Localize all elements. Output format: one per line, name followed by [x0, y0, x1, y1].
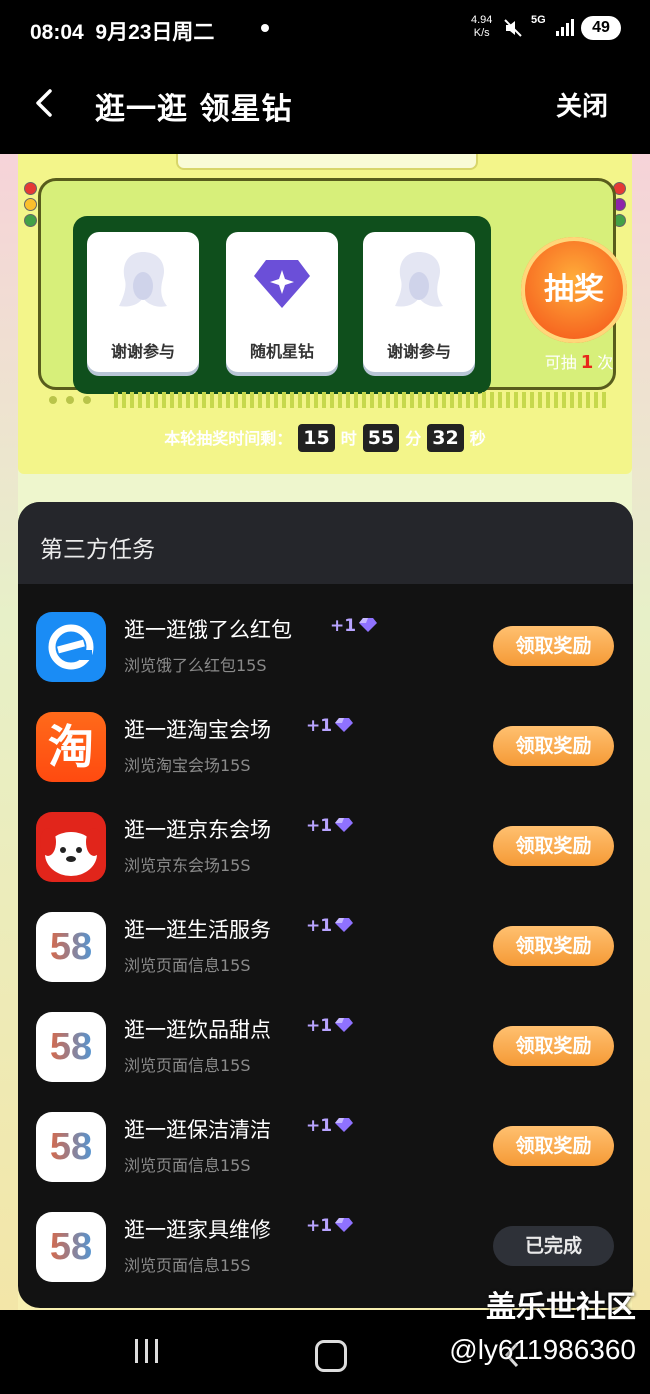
taobao-app-icon: 淘 [36, 712, 106, 782]
claim-reward-button[interactable]: 领取奖励 [493, 1126, 614, 1166]
diamond-icon [359, 618, 378, 632]
task-name: 逛一逛京东会场 [124, 818, 271, 842]
claim-reward-button[interactable]: 领取奖励 [493, 1026, 614, 1066]
tasks-header: 第三方任务 [18, 502, 633, 584]
close-button[interactable]: 关闭 [556, 86, 608, 123]
machine-grill [114, 392, 606, 408]
prize-label: 谢谢参与 [110, 342, 175, 361]
side-decoration [632, 154, 650, 1310]
network-type: 5G [531, 14, 546, 26]
prize-label: 谢谢参与 [386, 342, 451, 361]
home-icon[interactable] [315, 1340, 347, 1372]
task-row: 58 逛一逛生活服务 +1 浏览页面信息15S 领取奖励 [18, 902, 633, 1002]
task-name: 逛一逛淘宝会场 [124, 718, 271, 742]
thanks-icon [395, 252, 443, 307]
task-name: 逛一逛保洁清洁 [124, 1118, 271, 1142]
diamond-icon [335, 718, 354, 732]
jd-app-icon [36, 812, 106, 882]
prize-label: 随机星钻 [249, 342, 314, 361]
task-description: 浏览京东会场15S [124, 856, 251, 875]
claim-reward-button[interactable]: 领取奖励 [493, 826, 614, 866]
task-reward: +1 [306, 916, 354, 936]
task-reward: +1 [306, 1016, 354, 1036]
countdown-timer: 本轮抽奖时间剩： 15 时 55 分 32 秒 [18, 424, 632, 452]
diamond-icon [335, 1018, 354, 1032]
claim-reward-button[interactable]: 领取奖励 [493, 626, 614, 666]
task-reward: +1 [306, 1216, 354, 1236]
side-decoration [0, 154, 18, 1310]
star-diamond-icon [254, 260, 310, 308]
task-description: 浏览页面信息15S [124, 1256, 251, 1275]
watermark-user: @ly611986360 [449, 1334, 636, 1365]
eleme-app-icon [36, 612, 106, 682]
task-name: 逛一逛生活服务 [124, 918, 271, 942]
task-description: 浏览页面信息15S [124, 1156, 251, 1175]
task-row: 逛一逛饿了么红包 +1 浏览饿了么红包15S 领取奖励 [18, 602, 633, 702]
58-app-icon: 58 [36, 1112, 106, 1182]
prize-card: 随机星钻 [226, 232, 338, 372]
status-time: 08:04 9月23日周二 [30, 21, 215, 44]
task-row: 逛一逛京东会场 +1 浏览京东会场15S 领取奖励 [18, 802, 633, 902]
prize-card: 谢谢参与 [363, 232, 475, 372]
prize-card: 谢谢参与 [87, 232, 199, 372]
machine-top [176, 154, 478, 170]
app-header: 逛一逛 领星钻 关闭 [0, 60, 650, 154]
diamond-icon [335, 918, 354, 932]
recent-apps-icon[interactable] [133, 1336, 161, 1366]
task-name: 逛一逛家具维修 [124, 1218, 271, 1242]
task-row: 淘 逛一逛淘宝会场 +1 浏览淘宝会场15S 领取奖励 [18, 702, 633, 802]
timer-minutes: 55 [362, 424, 400, 452]
third-party-tasks-panel: 第三方任务 逛一逛饿了么红包 +1 浏览饿了么红包15S 领取奖励 淘 逛一逛淘… [18, 502, 633, 1308]
diamond-icon [335, 1118, 354, 1132]
task-name: 逛一逛饮品甜点 [124, 1018, 271, 1042]
task-description: 浏览页面信息15S [124, 1056, 251, 1075]
tasks-title: 第三方任务 [40, 537, 155, 563]
system-nav-bar: 盖乐世社区 @ly611986360 [0, 1290, 650, 1394]
task-row: 58 逛一逛保洁清洁 +1 浏览页面信息15S 领取奖励 [18, 1102, 633, 1202]
claim-reward-button[interactable]: 领取奖励 [493, 926, 614, 966]
mute-icon [504, 19, 522, 37]
completed-button: 已完成 [493, 1226, 614, 1266]
diamond-icon [335, 1218, 354, 1232]
lottery-machine: 谢谢参与 随机星钻 谢谢参与 抽奖 可抽 1 次 本轮抽奖时间剩： 15 时 55 分 32 秒 [18, 154, 632, 474]
task-reward: +1 [306, 716, 354, 736]
battery-indicator: 49 [581, 16, 621, 40]
58-app-icon: 58 [36, 1212, 106, 1282]
task-description: 浏览淘宝会场15S [124, 756, 251, 775]
draw-button[interactable]: 抽奖 [521, 237, 627, 343]
draw-count: 可抽 1 次 [544, 352, 614, 373]
network-speed: 4.94 K/s [471, 14, 493, 39]
indicator-lights [24, 182, 37, 230]
page-title: 逛一逛 领星钻 [95, 92, 293, 127]
task-reward: +1 [306, 816, 354, 836]
status-bar: 08:04 9月23日周二 4.94 K/s 5G 49 [0, 0, 650, 60]
timer-hours: 15 [298, 424, 335, 452]
machine-dots [49, 396, 91, 404]
machine-panel: 谢谢参与 随机星钻 谢谢参与 抽奖 可抽 1 次 [38, 178, 627, 394]
prize-reel: 谢谢参与 随机星钻 谢谢参与 [73, 216, 491, 394]
notification-dot [261, 24, 269, 32]
task-description: 浏览页面信息15S [124, 956, 251, 975]
thanks-icon [119, 252, 167, 307]
watermark-community: 盖乐世社区 [486, 1290, 636, 1325]
task-reward: +1 [306, 1116, 354, 1136]
task-row: 58 逛一逛饮品甜点 +1 浏览页面信息15S 领取奖励 [18, 1002, 633, 1102]
58-app-icon: 58 [36, 912, 106, 982]
claim-reward-button[interactable]: 领取奖励 [493, 726, 614, 766]
back-arrow-icon[interactable] [30, 85, 60, 121]
58-app-icon: 58 [36, 1012, 106, 1082]
task-description: 浏览饿了么红包15S [124, 656, 267, 675]
task-name: 逛一逛饿了么红包 [124, 618, 292, 642]
diamond-icon [335, 818, 354, 832]
signal-icon [556, 19, 574, 36]
timer-seconds: 32 [427, 424, 464, 452]
task-reward: +1 [330, 616, 378, 636]
